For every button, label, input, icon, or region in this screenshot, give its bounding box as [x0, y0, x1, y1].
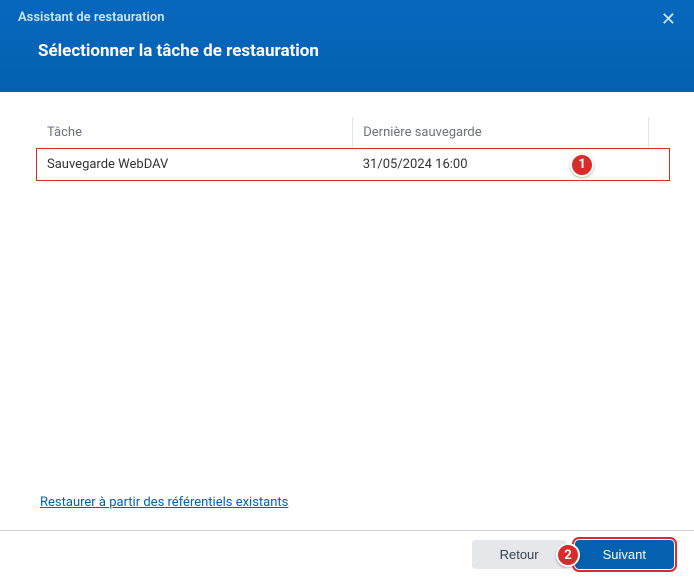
back-button[interactable]: Retour — [472, 540, 567, 569]
dialog-header: Assistant de restauration Sélectionner l… — [0, 0, 694, 92]
annotation-badge-2: 2 — [556, 543, 580, 567]
task-table: Tâche Dernière sauvegarde Sauvegarde Web… — [37, 117, 669, 180]
restore-existing-link[interactable]: Restaurer à partir des référentiels exis… — [40, 495, 288, 510]
table-row[interactable]: Sauvegarde WebDAV 31/05/2024 16:00 1 — [37, 149, 669, 181]
dialog-footer: Retour Suivant 2 — [0, 530, 694, 578]
close-button[interactable]: ✕ — [661, 10, 676, 28]
cell-date-text: 31/05/2024 16:00 — [363, 157, 468, 172]
column-header-spacer — [648, 117, 669, 149]
assistant-label: Assistant de restauration — [0, 0, 694, 31]
dialog-content: Tâche Dernière sauvegarde Sauvegarde Web… — [0, 92, 694, 530]
close-icon: ✕ — [661, 9, 676, 29]
annotation-badge-1: 1 — [570, 153, 594, 177]
cell-spacer — [648, 149, 669, 181]
cell-task: Sauvegarde WebDAV — [37, 149, 353, 181]
column-header-date: Dernière sauvegarde — [353, 117, 648, 149]
task-table-wrapper: Tâche Dernière sauvegarde Sauvegarde Web… — [36, 116, 670, 181]
page-title: Sélectionner la tâche de restauration — [0, 31, 694, 79]
next-button[interactable]: Suivant — [575, 540, 674, 569]
cell-date: 31/05/2024 16:00 1 — [353, 149, 648, 181]
column-header-task: Tâche — [37, 117, 353, 149]
